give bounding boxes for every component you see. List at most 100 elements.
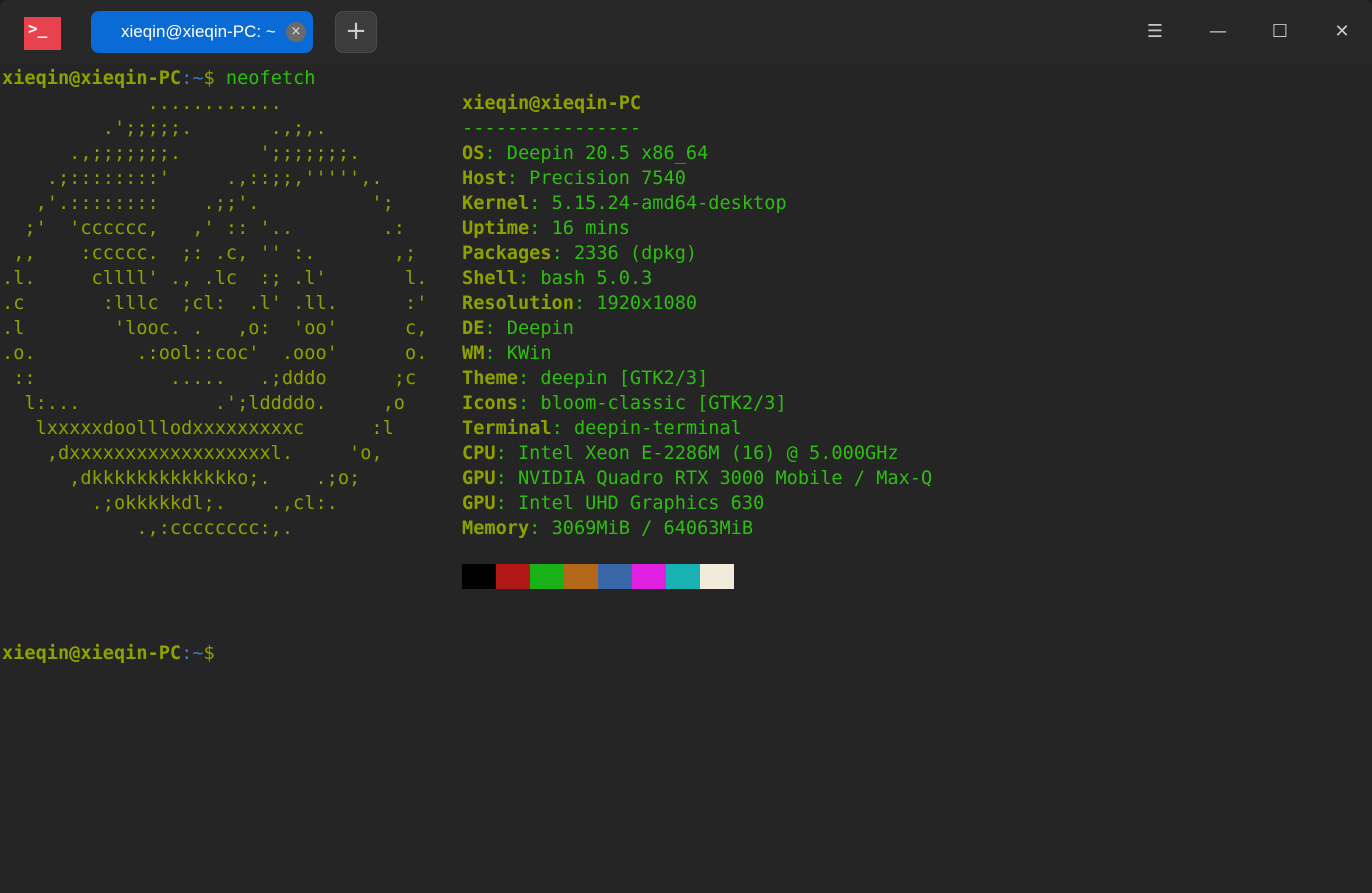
info-key: DE [462, 318, 485, 339]
ascii-logo-line: .,:cccccccc:,. [2, 518, 294, 539]
info-value: 3069MiB / 64063MiB [551, 518, 754, 539]
color-swatch [700, 564, 734, 589]
info-value: Intel UHD Graphics 630 [517, 493, 765, 514]
info-key: GPU [462, 468, 496, 489]
info-colon: : [517, 268, 541, 289]
info-row: Packages: 2336 (dpkg) [462, 241, 697, 266]
info-value: Precision 7540 [529, 168, 686, 189]
ascii-logo-line: ;' 'cccccc, ,' :: '.. .: [2, 218, 405, 239]
color-swatch [632, 564, 666, 589]
info-colon: : [484, 143, 507, 164]
info-value: bash 5.0.3 [540, 268, 653, 289]
info-key: CPU [462, 443, 496, 464]
info-colon: : [495, 468, 518, 489]
ascii-logo-line: .';;;;;. .,;,. [2, 118, 327, 139]
info-value: NVIDIA Quadro RTX 3000 Mobile / Max-Q [517, 468, 933, 489]
ascii-logo-line: ............ [2, 93, 282, 114]
info-row: DE: Deepin [462, 316, 574, 341]
info-colon: : [484, 318, 507, 339]
ascii-logo-line: .;okkkkkdl;. .,cl:. [2, 493, 338, 514]
titlebar: >_ xieqin@xieqin-PC: ~ × + ☰ — ☐ ✕ [0, 0, 1372, 64]
info-row: Memory: 3069MiB / 64063MiB [462, 516, 753, 541]
terminal-output[interactable]: xieqin@xieqin-PC:~$ neofetch xieqin@xieq… [2, 64, 1372, 893]
info-value: KWin [506, 343, 552, 364]
info-colon: : [517, 393, 541, 414]
info-colon: : [506, 168, 530, 189]
prompt-line[interactable]: xieqin@xieqin-PC:~$ [2, 641, 215, 666]
info-row: Host: Precision 7540 [462, 166, 686, 191]
ascii-logo-line: .c :lllc ;cl: .l' .ll. :' [2, 293, 428, 314]
info-key: Theme [462, 368, 518, 389]
prompt-user-host: xieqin@xieqin-PC [2, 68, 182, 89]
info-title: xieqin@xieqin-PC [462, 91, 641, 116]
color-swatch [666, 564, 700, 589]
info-key: Resolution [462, 293, 574, 314]
info-row: GPU: NVIDIA Quadro RTX 3000 Mobile / Max… [462, 466, 932, 491]
info-row: OS: Deepin 20.5 x86_64 [462, 141, 708, 166]
info-row: Terminal: deepin-terminal [462, 416, 742, 441]
info-value: 1920x1080 [596, 293, 698, 314]
info-key: Uptime [462, 218, 530, 239]
info-row: Shell: bash 5.0.3 [462, 266, 652, 291]
info-key: OS [462, 143, 485, 164]
info-key: WM [462, 343, 485, 364]
terminal-app-icon[interactable]: >_ [24, 17, 61, 50]
info-colon: : [529, 218, 552, 239]
prompt-path: :~ [181, 643, 204, 664]
close-window-button[interactable]: ✕ [1327, 16, 1357, 48]
add-tab-button[interactable]: + [335, 11, 377, 53]
info-separator: ---------------- [462, 116, 641, 141]
terminal-window: >_ xieqin@xieqin-PC: ~ × + ☰ — ☐ ✕ xieqi… [0, 0, 1372, 893]
info-key: Host [462, 168, 507, 189]
color-swatch [530, 564, 564, 589]
info-row: Icons: bloom-classic [GTK2/3] [462, 391, 787, 416]
command-line: xieqin@xieqin-PC:~$ neofetch [2, 66, 315, 91]
info-value: 2336 (dpkg) [573, 243, 698, 264]
prompt-dollar: $ [203, 68, 215, 89]
info-row: Kernel: 5.15.24-amd64-desktop [462, 191, 787, 216]
info-colon: : [517, 368, 541, 389]
ascii-logo-line: l:... .';lddddo. ,o [2, 393, 405, 414]
tab-title: xieqin@xieqin-PC: ~ [121, 22, 276, 41]
info-row: GPU: Intel UHD Graphics 630 [462, 491, 764, 516]
info-key: Terminal [462, 418, 552, 439]
info-row: Uptime: 16 mins [462, 216, 630, 241]
info-colon: : [495, 493, 518, 514]
ascii-logo-line: .l. cllll' ., .lc :; .l' l. [2, 268, 428, 289]
info-colon: : [484, 343, 507, 364]
color-swatch [462, 564, 496, 589]
color-swatch [598, 564, 632, 589]
ascii-logo-line: .;::::::::' .,::;;,''''',. [2, 168, 383, 189]
ascii-logo-line: ,dkkkkkkkkkkkkko;. .;o; [2, 468, 361, 489]
maximize-button[interactable]: ☐ [1265, 16, 1295, 48]
menu-icon[interactable]: ☰ [1140, 16, 1170, 48]
info-value: Intel Xeon E-2286M (16) @ 5.000GHz [517, 443, 899, 464]
color-swatch [496, 564, 530, 589]
info-colon: : [495, 443, 518, 464]
info-key: Kernel [462, 193, 530, 214]
ascii-logo-line: .l 'looc. . ,o: 'oo' c, [2, 318, 428, 339]
minimize-button[interactable]: — [1203, 16, 1233, 48]
info-key: Memory [462, 518, 530, 539]
tab-terminal[interactable]: xieqin@xieqin-PC: ~ × [91, 11, 313, 53]
info-key: Packages [462, 243, 552, 264]
info-value: Deepin [506, 318, 574, 339]
info-key: Shell [462, 268, 518, 289]
info-row: WM: KWin [462, 341, 552, 366]
info-separator-text: ---------------- [462, 118, 642, 139]
info-key: Icons [462, 393, 518, 414]
info-colon: : [551, 418, 574, 439]
info-row: Theme: deepin [GTK2/3] [462, 366, 708, 391]
ascii-logo-line: ,'.:::::::: .;;'. '; [2, 193, 394, 214]
color-palette [462, 564, 734, 589]
prompt-user-host: xieqin@xieqin-PC [2, 643, 182, 664]
info-value: bloom-classic [GTK2/3] [540, 393, 787, 414]
tab-close-icon[interactable]: × [286, 22, 306, 42]
info-value: 16 mins [551, 218, 630, 239]
info-row: CPU: Intel Xeon E-2286M (16) @ 5.000GHz [462, 441, 899, 466]
ascii-logo-line: .,;;;;;;;. ';;;;;;;. [2, 143, 361, 164]
ascii-logo-line: ,, :ccccc. ;: .c, '' :. ,; [2, 243, 417, 264]
info-colon: : [529, 518, 552, 539]
info-value: deepin [GTK2/3] [540, 368, 709, 389]
ascii-logo-line: .o. .:ool::coc' .ooo' o. [2, 343, 428, 364]
